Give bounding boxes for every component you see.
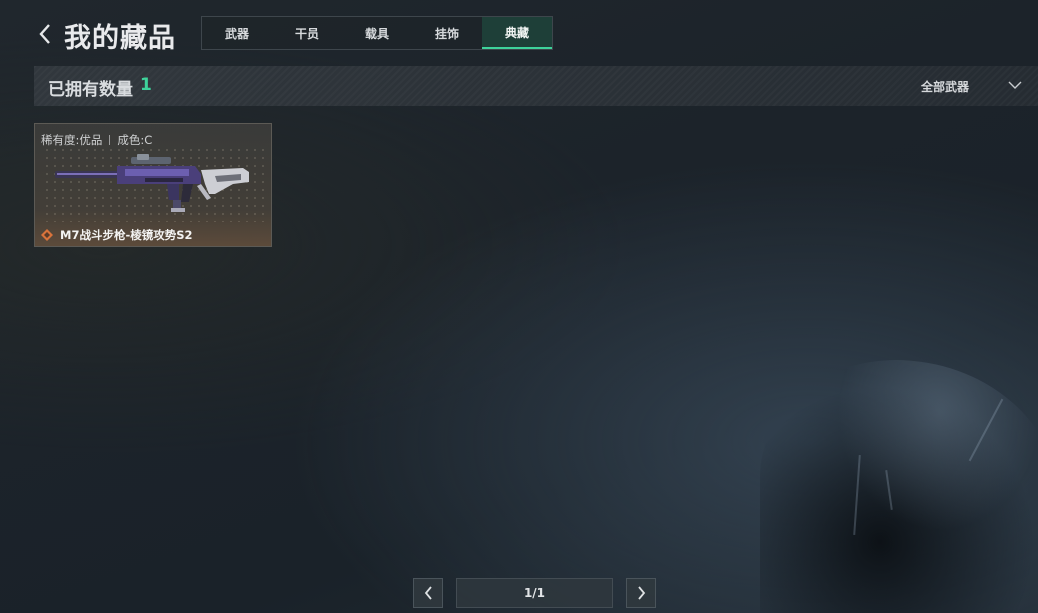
background-streak	[968, 398, 1004, 462]
tab-collection[interactable]: 典藏	[482, 17, 552, 49]
rarity-label: 稀有度:优品	[41, 133, 103, 147]
condition-label: 成色:C	[117, 133, 153, 147]
background-streak	[853, 455, 861, 535]
header: 我的藏品 武器 干员 载具 挂饰 典藏	[0, 0, 1038, 66]
owned-count-label: 已拥有数量	[48, 80, 133, 100]
back-button[interactable]	[34, 20, 56, 48]
chevron-left-icon	[39, 24, 50, 44]
chevron-left-icon	[424, 586, 432, 600]
owned-count-value: 1	[140, 75, 152, 95]
next-page-button[interactable]	[626, 578, 656, 608]
weapon-filter-dropdown[interactable]: 全部武器	[908, 66, 1038, 106]
meta-divider	[109, 135, 111, 145]
background-streak	[885, 470, 893, 510]
category-tabs: 武器 干员 载具 挂饰 典藏	[201, 16, 553, 50]
background-rock	[760, 360, 1038, 613]
weapon-filter-label: 全部武器	[921, 80, 970, 94]
tab-charms[interactable]: 挂饰	[412, 17, 482, 49]
rifle-image	[55, 154, 249, 212]
card-meta: 稀有度:优品 成色:C	[41, 132, 152, 148]
tab-operators[interactable]: 干员	[272, 17, 342, 49]
chevron-right-icon	[637, 586, 645, 600]
owned-count-bar: 已拥有数量 1 全部武器	[34, 66, 1038, 106]
item-name: M7战斗步枪-棱镜攻势S2	[60, 228, 193, 242]
chevron-down-icon	[1008, 81, 1022, 89]
prev-page-button[interactable]	[413, 578, 443, 608]
tab-weapons[interactable]: 武器	[202, 17, 272, 49]
diamond-rarity-icon	[41, 229, 53, 241]
page-title: 我的藏品	[64, 23, 176, 53]
page-indicator: 1/1	[456, 578, 613, 608]
collection-item-card[interactable]: 稀有度:优品 成色:C M7战斗步枪-棱镜攻势S2	[34, 123, 272, 247]
tab-vehicles[interactable]: 载具	[342, 17, 412, 49]
card-name-row: M7战斗步枪-棱镜攻势S2	[41, 227, 193, 243]
